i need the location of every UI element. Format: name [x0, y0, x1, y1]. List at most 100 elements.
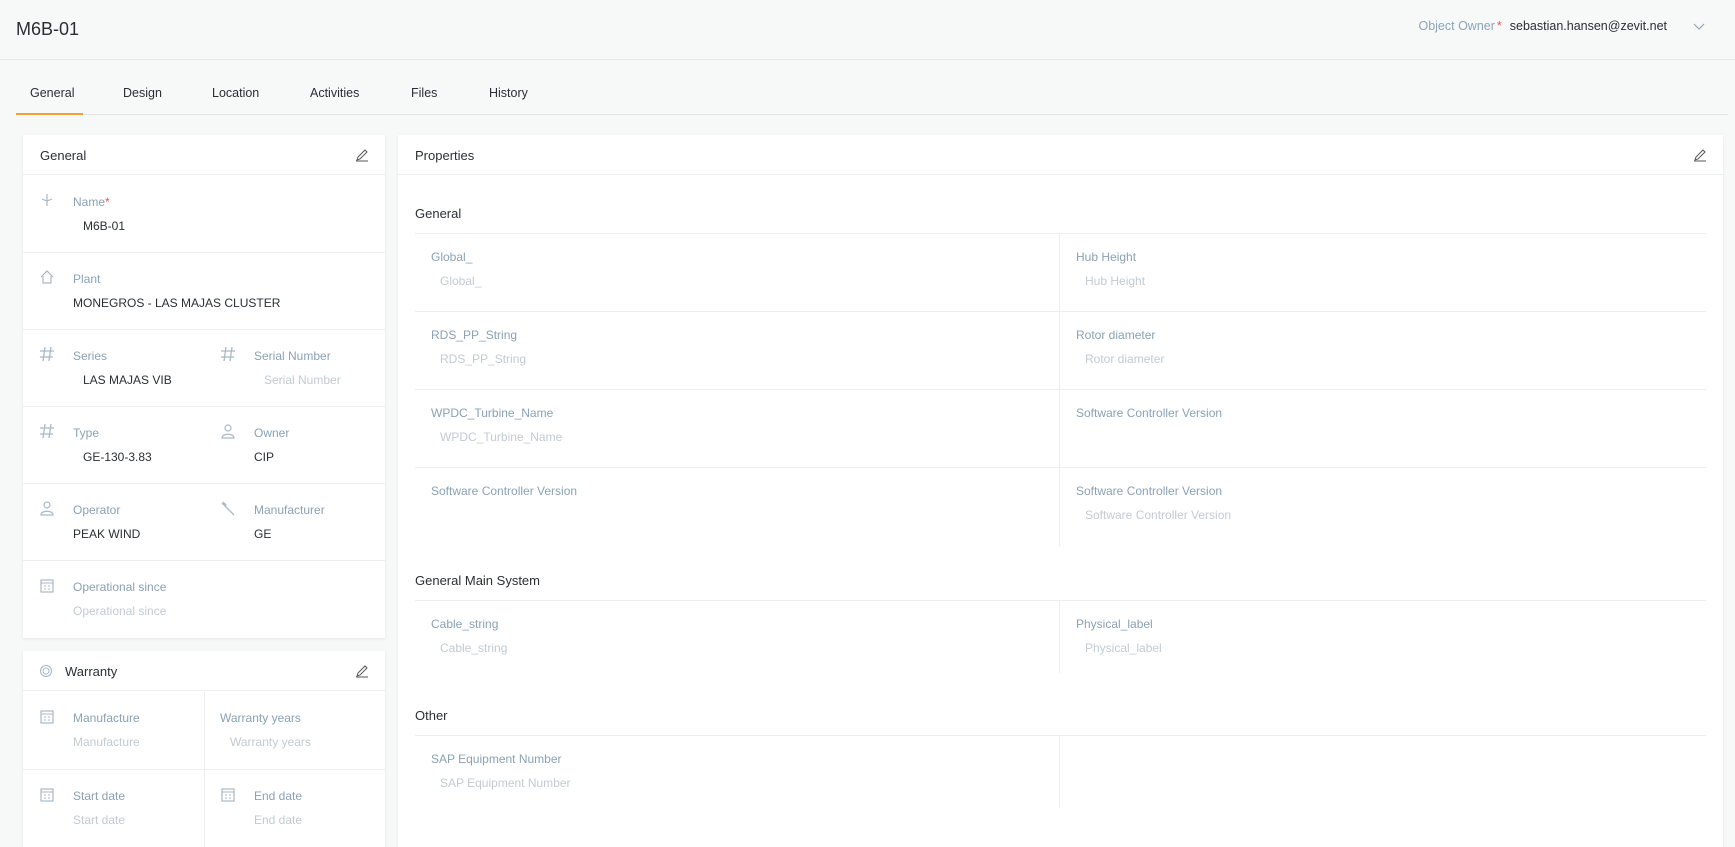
- field-label: Global_: [431, 250, 473, 264]
- tab-location[interactable]: Location: [212, 86, 259, 115]
- tab-files[interactable]: Files: [411, 86, 437, 115]
- field-placeholder: WPDC_Turbine_Name: [440, 430, 563, 444]
- section-divider: [415, 600, 1706, 601]
- field-placeholder: SAP Equipment Number: [440, 776, 571, 790]
- manufacturer-field[interactable]: Manufacturer GE: [204, 484, 385, 561]
- row-divider: [415, 467, 1706, 468]
- manufacturer-label: Manufacturer: [254, 503, 325, 517]
- warranty-years-field[interactable]: Warranty years Warranty years: [204, 692, 385, 770]
- object-owner-selector[interactable]: Object Owner * sebastian.hansen@zevit.net: [1418, 19, 1705, 33]
- manufacture-placeholder: Manufacture: [73, 735, 140, 749]
- badge-icon: [39, 664, 53, 678]
- owner-value: CIP: [254, 450, 275, 464]
- user-icon: [40, 501, 54, 516]
- field-label: Cable_string: [431, 617, 499, 631]
- operational-since-label: Operational since: [73, 580, 167, 594]
- series-field[interactable]: Series LAS MAJAS VIB: [23, 330, 204, 407]
- field-label: Software Controller Version: [1076, 406, 1223, 420]
- tab-general[interactable]: General: [16, 86, 83, 115]
- tab-history[interactable]: History: [489, 86, 528, 115]
- hash-icon: [40, 346, 54, 362]
- manufacture-label: Manufacture: [73, 711, 140, 725]
- type-label: Type: [73, 426, 100, 440]
- calendar-icon: [40, 579, 54, 593]
- column-divider: [204, 692, 205, 847]
- name-label: Name: [73, 195, 106, 209]
- owner-label: Owner: [254, 426, 290, 440]
- field-label: Rotor diameter: [1076, 328, 1156, 342]
- warranty-years-label: Warranty years: [220, 711, 301, 725]
- plant-label: Plant: [73, 272, 101, 286]
- field-label: SAP Equipment Number: [431, 752, 562, 766]
- operator-field[interactable]: Operator PEAK WIND: [23, 484, 204, 561]
- calendar-icon: [221, 788, 235, 802]
- column-divider: [1059, 234, 1060, 546]
- chevron-down-icon[interactable]: [1693, 21, 1705, 31]
- column-divider: [1059, 601, 1060, 673]
- name-field[interactable]: Name* M6B-01: [23, 176, 385, 253]
- field-placeholder: Hub Height: [1085, 274, 1146, 288]
- column-divider: [1059, 736, 1060, 808]
- warranty-years-placeholder: Warranty years: [230, 735, 311, 749]
- series-value: LAS MAJAS VIB: [83, 373, 172, 387]
- tab-activities[interactable]: Activities: [310, 86, 359, 115]
- type-field[interactable]: Type GE-130-3.83: [23, 407, 204, 484]
- user-icon: [221, 424, 235, 439]
- required-marker: *: [1496, 19, 1502, 33]
- general-card-title: General: [40, 148, 87, 163]
- manufacturer-value: GE: [254, 527, 272, 541]
- warranty-card: Warranty Manufacture Manufacture Warrant…: [23, 651, 385, 847]
- row-divider: [415, 311, 1706, 312]
- serial-number-label: Serial Number: [254, 349, 331, 363]
- hash-icon: [40, 423, 54, 439]
- properties-card-title: Properties: [415, 148, 475, 163]
- manufacture-field[interactable]: Manufacture Manufacture: [23, 692, 204, 770]
- edit-icon[interactable]: [355, 148, 369, 162]
- owner-field[interactable]: Owner CIP: [204, 407, 385, 484]
- section-divider: [415, 233, 1706, 234]
- edit-icon[interactable]: [1693, 148, 1707, 162]
- warranty-card-title: Warranty: [65, 664, 118, 679]
- turbine-icon: [41, 194, 53, 206]
- operational-since-field[interactable]: Operational since Operational since: [23, 561, 385, 638]
- wrench-icon: [221, 501, 235, 516]
- name-value: M6B-01: [83, 219, 126, 233]
- start-date-label: Start date: [73, 789, 126, 803]
- end-date-placeholder: End date: [254, 813, 303, 827]
- warranty-card-header: Warranty: [23, 651, 385, 691]
- general-card: General Name* M6B-01 Plant MONEGROS - LA…: [23, 135, 385, 638]
- field-label: RDS_PP_String: [431, 328, 518, 342]
- home-icon: [40, 270, 54, 284]
- field-label: WPDC_Turbine_Name: [431, 406, 554, 420]
- field-placeholder: Global_: [440, 274, 482, 288]
- plant-field[interactable]: Plant MONEGROS - LAS MAJAS CLUSTER: [23, 253, 385, 330]
- plant-value: MONEGROS - LAS MAJAS CLUSTER: [73, 296, 281, 310]
- start-date-field[interactable]: Start date Start date: [23, 770, 204, 847]
- type-value: GE-130-3.83: [83, 450, 152, 464]
- field-placeholder: Rotor diameter: [1085, 352, 1165, 366]
- serial-number-field[interactable]: Serial Number Serial Number: [204, 330, 385, 407]
- field-placeholder: RDS_PP_String: [440, 352, 527, 366]
- operator-value: PEAK WIND: [73, 527, 141, 541]
- page-title: M6B-01: [16, 19, 80, 39]
- edit-icon[interactable]: [355, 664, 369, 678]
- object-owner-value: sebastian.hansen@zevit.net: [1509, 19, 1667, 33]
- operational-since-placeholder: Operational since: [73, 604, 167, 618]
- end-date-label: End date: [254, 789, 303, 803]
- field-label: Hub Height: [1076, 250, 1137, 264]
- field-placeholder: Software Controller Version: [1085, 508, 1232, 522]
- calendar-icon: [40, 710, 54, 724]
- section-title-general-main-system: General Main System: [415, 573, 540, 588]
- serial-number-placeholder: Serial Number: [264, 373, 341, 387]
- field-label: Software Controller Version: [1076, 484, 1223, 498]
- tab-design[interactable]: Design: [123, 86, 162, 115]
- properties-card: Properties General Global_ Global_ Hub H…: [398, 135, 1723, 847]
- general-card-header: General: [23, 135, 385, 175]
- end-date-field[interactable]: End date End date: [204, 770, 385, 847]
- hash-icon: [221, 346, 235, 362]
- object-owner-label: Object Owner: [1418, 19, 1495, 33]
- top-bar: M6B-01 Object Owner * sebastian.hansen@ze…: [0, 0, 1735, 60]
- field-label: Physical_label: [1076, 617, 1153, 631]
- start-date-placeholder: Start date: [73, 813, 126, 827]
- calendar-icon: [40, 788, 54, 802]
